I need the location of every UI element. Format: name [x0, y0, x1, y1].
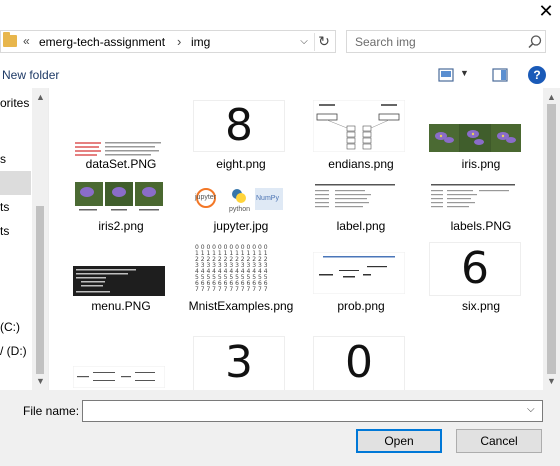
breadcrumb-overflow[interactable]: «	[23, 34, 30, 48]
file-label: endians.png	[328, 157, 394, 171]
file-item[interactable]: 3	[185, 336, 297, 390]
folder-icon	[3, 32, 17, 47]
nav-item-2[interactable]: ts	[0, 200, 9, 214]
command-bar: New folder ▼ ?	[0, 64, 560, 88]
file-item[interactable]: 0 0 0 0 0 0 0 0 0 0 0 0 0 1 1 1 1 1 1 1 …	[185, 242, 297, 336]
file-item[interactable]: 8 eight.png	[185, 100, 297, 172]
view-options-icon[interactable]	[438, 68, 454, 82]
file-item[interactable]: prob.png	[305, 242, 417, 318]
file-item[interactable]: jupyter python NumPy jupyter.jpg	[185, 180, 297, 236]
help-icon[interactable]: ?	[528, 66, 546, 84]
chevron-down-icon[interactable]: ▼	[460, 68, 469, 78]
file-label: menu.PNG	[91, 299, 151, 313]
python-logo-text: python	[229, 206, 251, 213]
cancel-button[interactable]: Cancel	[456, 429, 542, 453]
search-box[interactable]: Search img	[346, 30, 546, 53]
file-label: eight.png	[216, 157, 266, 171]
breadcrumb-separator[interactable]: ›	[177, 34, 181, 49]
scroll-up-icon[interactable]: ▲	[547, 92, 556, 102]
file-label: iris2.png	[98, 219, 144, 233]
file-label: labels.PNG	[450, 219, 512, 233]
file-label: dataSet.PNG	[85, 157, 157, 171]
file-item[interactable]: 0	[305, 336, 417, 390]
close-icon[interactable]: ✕	[532, 0, 560, 24]
file-item[interactable]: iris2.png	[65, 180, 177, 236]
svg-text:7 7 7 7 7 7 7 7 7 7 7 7 7: 7 7 7 7 7 7 7 7 7 7 7 7 7	[195, 286, 268, 293]
search-icon[interactable]	[527, 34, 543, 50]
address-bar[interactable]: « emerg-tech-assignment › img ⌵ ↻	[0, 30, 336, 53]
image-thumbnail	[73, 266, 165, 296]
image-thumbnail	[73, 180, 165, 214]
file-label: six.png	[461, 299, 501, 313]
navigation-pane: orites s ts ts (C:) / (D:) ▲ ▼	[0, 88, 49, 390]
title-bar: ✕ « emerg-tech-assignment › img ⌵ ↻ Sear…	[0, 0, 560, 64]
image-thumbnail: 0	[313, 336, 405, 390]
file-item[interactable]: dataSet.PNG	[65, 100, 177, 172]
chevron-down-icon[interactable]: ⌵	[296, 34, 312, 50]
file-item[interactable]: menu.PNG	[65, 242, 177, 318]
image-thumbnail: 3	[193, 336, 285, 390]
new-folder-button[interactable]: New folder	[2, 68, 59, 82]
nav-item-1[interactable]: s	[0, 152, 6, 166]
nav-item-favorites[interactable]: orites	[0, 96, 29, 110]
dialog-footer: File name: ⌵ Open Cancel	[0, 390, 560, 466]
chevron-down-icon[interactable]: ⌵	[527, 404, 535, 415]
file-name-input[interactable]: ⌵	[82, 400, 543, 422]
file-label: iris.png	[461, 157, 501, 171]
content-scrollbar-thumb[interactable]	[547, 104, 556, 374]
numpy-logo-text: NumPy	[256, 195, 279, 202]
nav-item-drive-c[interactable]: (C:)	[0, 320, 20, 334]
breadcrumb-item-assignment[interactable]: emerg-tech-assignment	[39, 35, 165, 49]
nav-scrollbar-thumb[interactable]	[36, 206, 44, 374]
nav-item-3[interactable]: ts	[0, 224, 9, 238]
file-item[interactable]: label.png	[305, 180, 417, 236]
file-item[interactable]	[65, 336, 177, 390]
image-thumbnail	[313, 100, 405, 152]
file-label: MnistExamples.png	[188, 299, 294, 313]
image-thumbnail: 8	[193, 100, 285, 152]
image-thumbnail	[313, 182, 405, 214]
file-label: jupyter.jpg	[213, 219, 269, 233]
file-item[interactable]: iris.png	[425, 100, 537, 172]
file-item[interactable]: endians.png	[305, 100, 417, 172]
preview-pane-icon[interactable]	[492, 68, 508, 82]
file-item[interactable]: labels.PNG	[425, 180, 537, 236]
file-item[interactable]: 6 six.png	[425, 242, 537, 318]
image-thumbnail	[429, 124, 521, 152]
nav-selection-highlight	[0, 171, 31, 195]
search-input[interactable]: Search img	[355, 35, 416, 49]
open-button[interactable]: Open	[356, 429, 442, 453]
file-label: label.png	[336, 219, 386, 233]
file-label: prob.png	[337, 299, 385, 313]
image-thumbnail: 6	[429, 242, 521, 296]
file-list: dataSet.PNG 8 eight.png endians.png iris…	[49, 88, 543, 390]
image-thumbnail	[429, 182, 521, 214]
scroll-down-icon[interactable]: ▼	[36, 376, 45, 386]
image-thumbnail: jupyter python NumPy	[193, 184, 285, 216]
breadcrumb-item-img[interactable]: img	[191, 35, 210, 49]
jupyter-logo-text: jupyter	[195, 194, 217, 201]
scroll-up-icon[interactable]: ▲	[36, 92, 45, 102]
image-thumbnail	[73, 366, 165, 388]
scroll-down-icon[interactable]: ▼	[547, 376, 556, 386]
nav-item-drive-d[interactable]: / (D:)	[0, 344, 27, 358]
image-thumbnail: 0 0 0 0 0 0 0 0 0 0 0 0 0 1 1 1 1 1 1 1 …	[193, 242, 285, 296]
refresh-icon[interactable]: ↻	[314, 33, 333, 51]
file-name-label: File name:	[23, 404, 80, 418]
image-thumbnail	[313, 252, 405, 294]
